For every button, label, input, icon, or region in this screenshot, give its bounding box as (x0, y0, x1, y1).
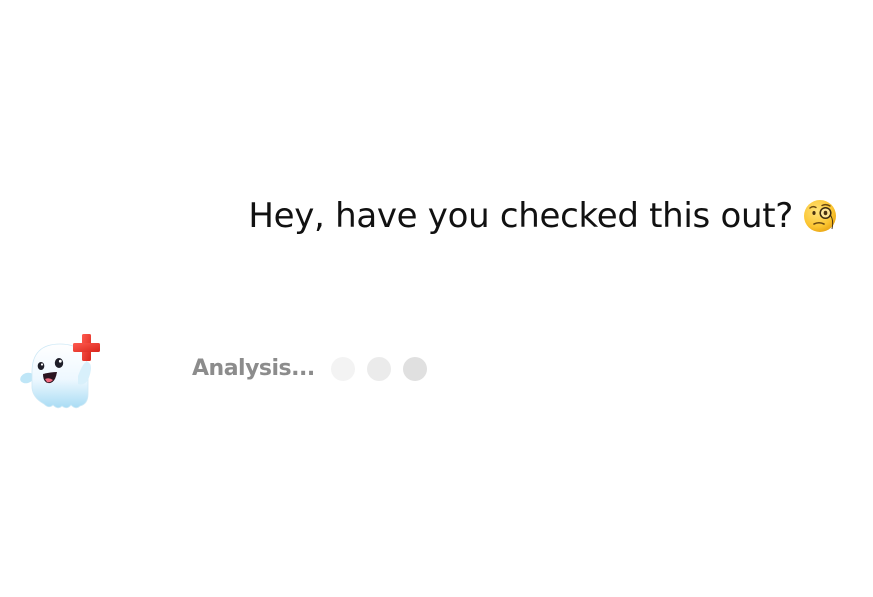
ghost-medic-icon (18, 332, 104, 412)
user-message: Hey, have you checked this out? (248, 196, 837, 236)
chat-canvas: Hey, have you checked this out? Analysis… (0, 0, 873, 597)
typing-indicator (330, 356, 427, 381)
typing-dot (402, 356, 427, 381)
user-message-text: Hey, have you checked this out? (248, 196, 793, 236)
analysis-status: Analysis... (192, 356, 427, 381)
typing-dot (366, 356, 391, 381)
face-with-monocle-icon (803, 199, 837, 233)
bot-message: Analysis... (18, 332, 438, 412)
analysis-status-label: Analysis... (192, 356, 315, 381)
typing-dot (330, 356, 355, 381)
